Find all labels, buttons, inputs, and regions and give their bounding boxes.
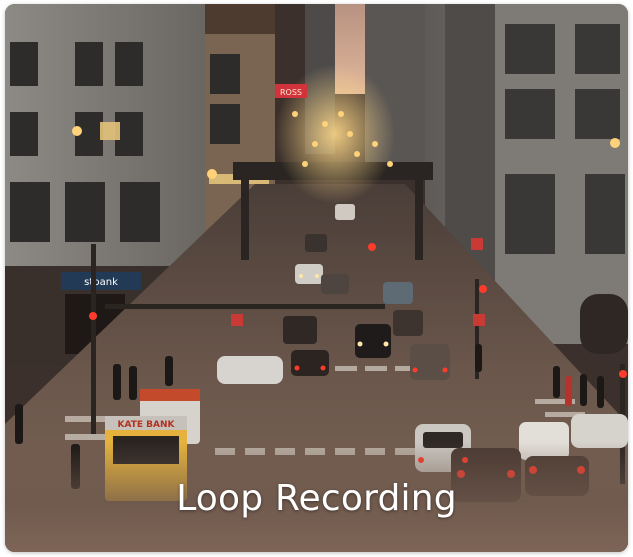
card-caption: Loop Recording: [176, 478, 457, 519]
bank-sign: stbank: [84, 277, 118, 288]
bus-sign: KATE BANK: [118, 420, 176, 430]
ross-sign: ROSS: [280, 88, 302, 97]
loop-recording-card[interactable]: stbank ROSS KATE BANK Loop Recording: [5, 4, 628, 552]
